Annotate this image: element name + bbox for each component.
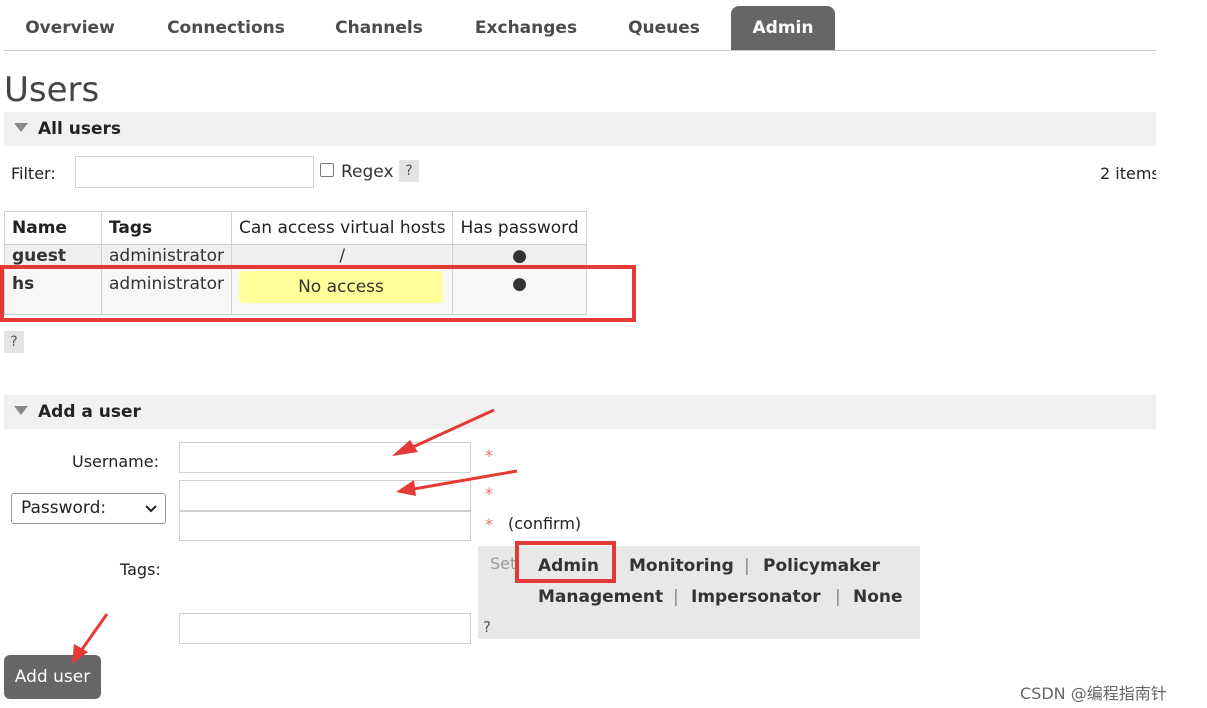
watermark-text: CSDN @编程指南针 xyxy=(1020,684,1167,703)
annotation-arrow-head xyxy=(72,644,88,664)
annotation-arrows xyxy=(72,408,518,664)
annotation-arrow-head xyxy=(396,480,416,496)
annotation-arrow xyxy=(401,408,495,454)
annotation-arrow-head xyxy=(392,440,418,456)
annotation-arrow xyxy=(407,469,518,492)
